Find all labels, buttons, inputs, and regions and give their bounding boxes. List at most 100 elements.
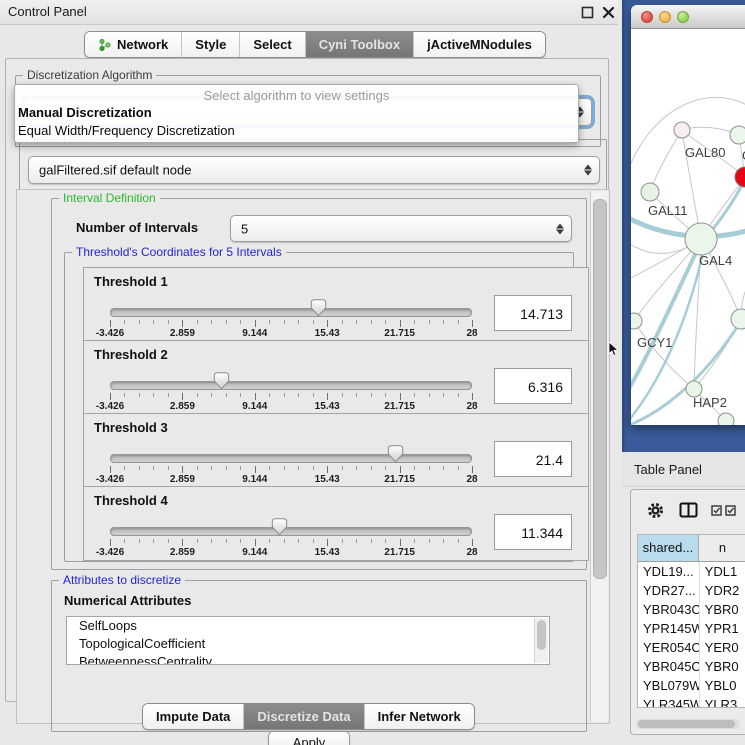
slider-tick-labels: -3.4262.8599.14415.4321.71528	[110, 401, 472, 413]
list-item[interactable]: SelfLoops	[67, 617, 549, 635]
threshold-panel: Threshold 1-3.4262.8599.14415.4321.71528…	[83, 267, 589, 342]
slider-track[interactable]	[110, 381, 472, 390]
list-item[interactable]: BetweennessCentrality	[67, 653, 549, 665]
column-header[interactable]: shared...	[638, 535, 699, 561]
close-traffic-light[interactable]	[641, 11, 653, 23]
tab-cyni-toolbox[interactable]: Cyni Toolbox	[306, 32, 414, 57]
network-node[interactable]	[641, 183, 659, 201]
network-node[interactable]	[730, 126, 745, 144]
thresholds-group: Threshold's Coordinates for 5 Intervals …	[64, 252, 574, 562]
dropdown-option[interactable]: Equal Width/Frequency Discretization	[15, 122, 578, 140]
list-item[interactable]: TopologicalCoefficient	[67, 635, 549, 653]
screen: Control Panel NetworkStyleSelectCyni Too…	[0, 0, 745, 745]
tab-select[interactable]: Select	[240, 32, 305, 57]
table-horizontal-scrollbar[interactable]	[636, 719, 740, 729]
numerical-attributes-label: Numerical Attributes	[64, 593, 191, 608]
zoom-traffic-light[interactable]	[677, 11, 689, 23]
slider-thumb[interactable]	[213, 372, 230, 390]
threshold-value-field[interactable]: 11.344	[494, 514, 572, 550]
close-icon[interactable]	[602, 6, 615, 19]
settings-scroll-area: Interval Definition Number of Intervals …	[16, 189, 610, 724]
split-columns-icon[interactable]	[679, 502, 698, 518]
tick-label: 2.859	[170, 328, 195, 339]
minor-tick	[139, 539, 140, 543]
network-node[interactable]	[685, 223, 717, 255]
threshold-value-field[interactable]: 6.316	[494, 368, 572, 404]
network-node[interactable]	[674, 122, 690, 138]
scrollbar-thumb[interactable]	[638, 720, 735, 728]
minor-tick	[153, 320, 154, 324]
slider-track[interactable]	[110, 308, 472, 317]
threshold-slider[interactable]: -3.4262.8599.14415.4321.71528	[110, 341, 472, 414]
table-row[interactable]: YBR043CYBR0	[638, 600, 745, 619]
table-data-combobox[interactable]: galFiltered.sif default node	[28, 156, 600, 184]
threshold-slider[interactable]: -3.4262.8599.14415.4321.71528	[110, 268, 472, 341]
cyni-toolbox-panel: Discretization Algorithm Table Data galF…	[5, 58, 609, 702]
float-window-icon[interactable]	[581, 6, 594, 19]
table-cell: YDL1	[699, 562, 745, 581]
threshold-value-field[interactable]: 14.713	[494, 295, 572, 331]
minor-tick	[371, 320, 372, 324]
minor-tick	[226, 466, 227, 470]
tab-network[interactable]: Network	[85, 32, 182, 57]
table-row[interactable]: YPR145WYPR1	[638, 619, 745, 638]
tab-jactivemnodules[interactable]: jActiveMNodules	[414, 32, 545, 57]
network-node[interactable]	[731, 309, 745, 329]
group-title: Discretization Algorithm	[23, 68, 156, 82]
tab-impute-data[interactable]: Impute Data	[143, 704, 244, 729]
table-row[interactable]: YBR045CYBR0	[638, 657, 745, 676]
slider-track[interactable]	[110, 454, 472, 463]
table-rows: YDL19...YDL1YDR27...YDR2YBR043CYBR0YPR14…	[638, 562, 745, 708]
table-row[interactable]: YLR345WYLR3	[638, 695, 745, 708]
threshold-value-field[interactable]: 21.4	[494, 441, 572, 477]
scrollbar-thumb[interactable]	[537, 620, 546, 650]
table-row[interactable]: YDR27...YDR2	[638, 581, 745, 600]
tick-label: 2.859	[170, 547, 195, 558]
threshold-panel: Threshold 4-3.4262.8599.14415.4321.71528…	[83, 486, 589, 561]
apply-button[interactable]: Apply	[268, 731, 350, 745]
major-tick	[327, 393, 328, 400]
minor-tick	[284, 466, 285, 470]
slider-thumb[interactable]	[310, 299, 327, 317]
dropdown-option[interactable]: Manual Discretization	[15, 104, 578, 122]
minor-tick	[371, 393, 372, 397]
table-row[interactable]: YER054CYER0	[638, 638, 745, 657]
minor-tick	[458, 320, 459, 324]
dropdown-prompt-item[interactable]: Select algorithm to view settings	[15, 85, 578, 104]
tab-infer-network[interactable]: Infer Network	[365, 704, 474, 729]
slider-ticks	[110, 466, 472, 474]
tab-discretize-data[interactable]: Discretize Data	[244, 704, 364, 729]
network-canvas[interactable]: GAL80GAGAL11CGAL4GCY1HHAP2	[631, 29, 745, 425]
slider-tick-labels: -3.4262.8599.14415.4321.71528	[110, 547, 472, 559]
list-scrollbar[interactable]	[534, 618, 548, 663]
threshold-slider[interactable]: -3.4262.8599.14415.4321.71528	[110, 414, 472, 487]
number-of-intervals-label: Number of Intervals	[76, 220, 198, 235]
table-row[interactable]: YBL079WYBL0	[638, 676, 745, 695]
slider-thumb[interactable]	[387, 445, 404, 463]
major-tick	[110, 539, 111, 546]
threshold-slider[interactable]: -3.4262.8599.14415.4321.71528	[110, 487, 472, 560]
minor-tick	[458, 393, 459, 397]
scrollbar-thumb[interactable]	[593, 199, 607, 579]
window-titlebar[interactable]	[631, 5, 745, 29]
slider-track[interactable]	[110, 527, 472, 536]
node-label: GAL80	[685, 145, 725, 160]
major-tick	[255, 466, 256, 473]
main-scrollbar[interactable]	[590, 191, 608, 722]
network-node[interactable]	[718, 413, 734, 425]
minor-tick	[298, 320, 299, 324]
gear-icon[interactable]	[647, 502, 664, 519]
table-row[interactable]: YDL19...YDL1	[638, 562, 745, 581]
table-cell: YDL19...	[638, 562, 699, 581]
number-of-intervals-combobox[interactable]: 5	[230, 215, 572, 242]
tab-style[interactable]: Style	[182, 32, 240, 57]
select-columns-icon[interactable]	[711, 505, 737, 516]
threshold-panel: Threshold 3-3.4262.8599.14415.4321.71528…	[83, 413, 589, 488]
major-tick	[255, 393, 256, 400]
network-node[interactable]	[631, 313, 642, 329]
interval-definition-group: Interval Definition Number of Intervals …	[51, 198, 587, 570]
minimize-traffic-light[interactable]	[659, 11, 671, 23]
slider-thumb[interactable]	[271, 518, 288, 536]
column-header[interactable]: n	[699, 535, 745, 561]
numerical-attributes-list[interactable]: SelfLoopsTopologicalCoefficientBetweenne…	[66, 616, 550, 665]
